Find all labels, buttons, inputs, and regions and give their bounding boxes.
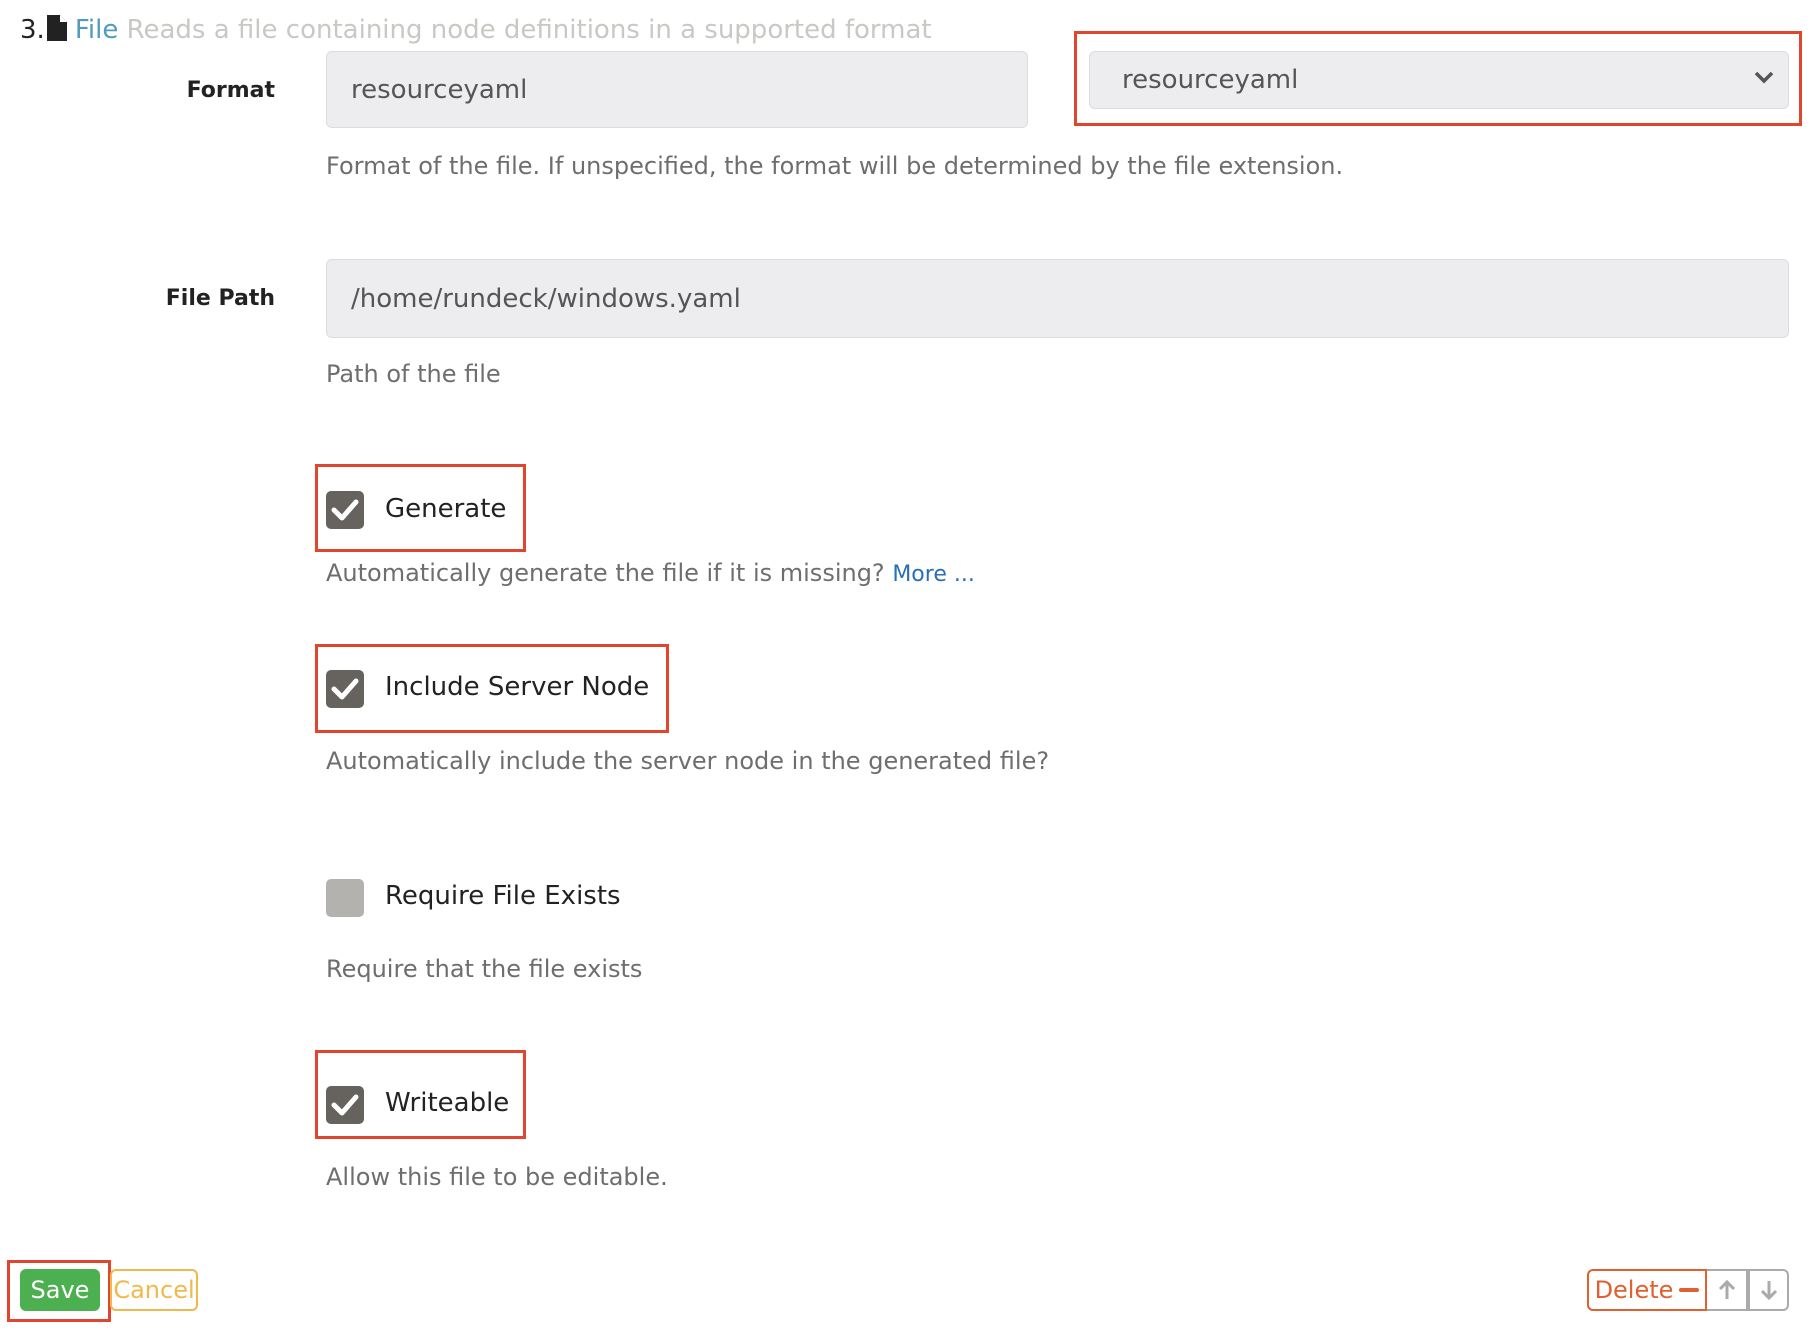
move-down-button[interactable] [1748,1269,1789,1311]
delete-button[interactable]: Delete [1587,1269,1707,1311]
move-up-button[interactable] [1707,1269,1748,1311]
require-file-exists-checkbox[interactable] [326,879,364,917]
include-server-node-help: Automatically include the server node in… [326,747,1050,775]
plugin-number: 3. [20,15,45,45]
file-icon [46,13,67,41]
format-select-value: resourceyaml [1122,65,1299,95]
include-server-node-checkbox[interactable] [326,670,364,708]
writeable-checkbox[interactable] [326,1086,364,1124]
arrow-up-icon [1718,1279,1735,1299]
format-input-value: resourceyaml [351,74,528,105]
save-button[interactable]: Save [20,1269,100,1311]
writeable-help: Allow this file to be editable. [326,1163,668,1191]
generate-help: Automatically generate the file if it is… [326,559,975,587]
checkmark-icon [331,678,359,700]
minus-icon [1679,1288,1700,1292]
format-input[interactable]: resourceyaml [326,51,1028,128]
writeable-label[interactable]: Writeable [385,1088,509,1118]
checkmark-icon [331,499,359,521]
delete-label: Delete [1594,1276,1674,1304]
arrow-down-icon [1760,1281,1777,1301]
file-path-help: Path of the file [326,360,501,388]
format-label: Format [186,78,275,103]
checkmark-icon [331,1094,359,1116]
include-server-node-label[interactable]: Include Server Node [385,672,649,702]
more-link[interactable]: More ... [892,562,975,587]
require-file-exists-label[interactable]: Require File Exists [385,881,621,911]
generate-checkbox[interactable] [326,491,364,529]
chevron-down-icon [1754,71,1774,84]
file-path-value: /home/rundeck/windows.yaml [351,283,741,314]
format-help: Format of the file. If unspecified, the … [326,152,1344,180]
plugin-header: 3. File Reads a file containing node defi… [20,10,932,50]
cancel-button[interactable]: Cancel [110,1269,198,1311]
require-file-exists-help: Require that the file exists [326,955,643,983]
plugin-name: File [74,15,119,45]
file-path-label: File Path [165,286,275,311]
plugin-description: Reads a file containing node definitions… [126,15,932,45]
format-select[interactable]: resourceyaml [1089,51,1789,109]
file-path-input[interactable]: /home/rundeck/windows.yaml [326,259,1789,338]
generate-label[interactable]: Generate [385,494,506,524]
